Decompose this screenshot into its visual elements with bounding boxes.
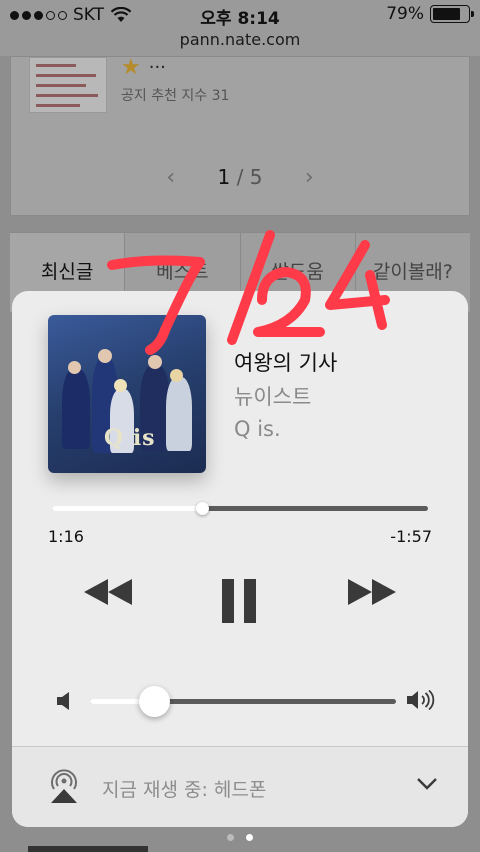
audio-output-row[interactable]: 지금 재생 중: 헤드폰 bbox=[12, 747, 468, 827]
battery-percent: 79% bbox=[386, 4, 424, 24]
speaker-low-icon bbox=[57, 692, 69, 710]
battery-fill bbox=[433, 8, 460, 20]
album-art-logo: Q is bbox=[104, 425, 156, 451]
audio-output-label: 지금 재생 중: 헤드폰 bbox=[102, 779, 267, 801]
background-page-edge bbox=[28, 846, 148, 852]
song-title: 여왕의 기사 bbox=[234, 351, 338, 375]
volume-slider[interactable] bbox=[90, 686, 396, 717]
pager-current: 1 bbox=[217, 165, 231, 189]
volume-low-button bbox=[56, 691, 72, 715]
pager-prev-icon[interactable]: ‹ bbox=[166, 165, 175, 190]
rewind-icon bbox=[84, 579, 132, 605]
airplay-icon bbox=[51, 769, 77, 803]
pager: ‹ 1 / 5 › bbox=[11, 165, 469, 190]
page-dot-2[interactable] bbox=[246, 834, 253, 841]
playback-progress-fill bbox=[52, 506, 203, 511]
url-text: pann.nate.com bbox=[179, 30, 301, 49]
pause-icon bbox=[222, 579, 256, 623]
album-art: Q is bbox=[48, 315, 206, 473]
chevron-down-icon[interactable] bbox=[416, 777, 438, 791]
post-meta: 공지 추천 지수 31 bbox=[121, 88, 230, 104]
pager-next-icon[interactable]: › bbox=[305, 165, 314, 190]
volume-high-button bbox=[406, 689, 436, 715]
star-icon: ★ bbox=[121, 55, 141, 80]
battery-icon bbox=[430, 5, 474, 23]
post-card[interactable]: ★ ··· 공지 추천 지수 31 ‹ 1 / 5 › bbox=[10, 55, 470, 216]
artist-name: 뉴이스트 bbox=[234, 385, 312, 409]
post-title-text: ··· bbox=[148, 57, 166, 78]
url-bar[interactable]: pann.nate.com bbox=[0, 30, 480, 56]
time-remaining: -1:57 bbox=[390, 527, 432, 546]
post-title: ★ ··· bbox=[121, 55, 166, 80]
album-name: Q is. bbox=[234, 417, 281, 441]
fast-forward-button[interactable] bbox=[346, 577, 398, 611]
pager-separator: / bbox=[236, 165, 244, 189]
speaker-high-icon bbox=[407, 689, 435, 711]
control-center-page-indicator bbox=[0, 834, 480, 841]
page-dot-1[interactable] bbox=[227, 834, 234, 841]
volume-slider-knob[interactable] bbox=[139, 686, 171, 717]
fast-forward-icon bbox=[348, 579, 396, 605]
time-elapsed: 1:16 bbox=[48, 527, 84, 546]
playback-scrubber-knob[interactable] bbox=[196, 502, 210, 515]
playback-scrubber[interactable] bbox=[52, 502, 428, 515]
pager-total: 5 bbox=[249, 165, 263, 189]
status-right: 79% bbox=[386, 4, 474, 24]
status-bar: SKT 오후 8:14 79% bbox=[0, 0, 480, 30]
rewind-button[interactable] bbox=[82, 577, 134, 611]
post-thumbnail bbox=[29, 57, 107, 113]
pause-button[interactable] bbox=[220, 577, 258, 629]
control-center-panel: Q is 여왕의 기사 뉴이스트 Q is. 1:16 -1:57 지금 재생 … bbox=[12, 291, 468, 827]
